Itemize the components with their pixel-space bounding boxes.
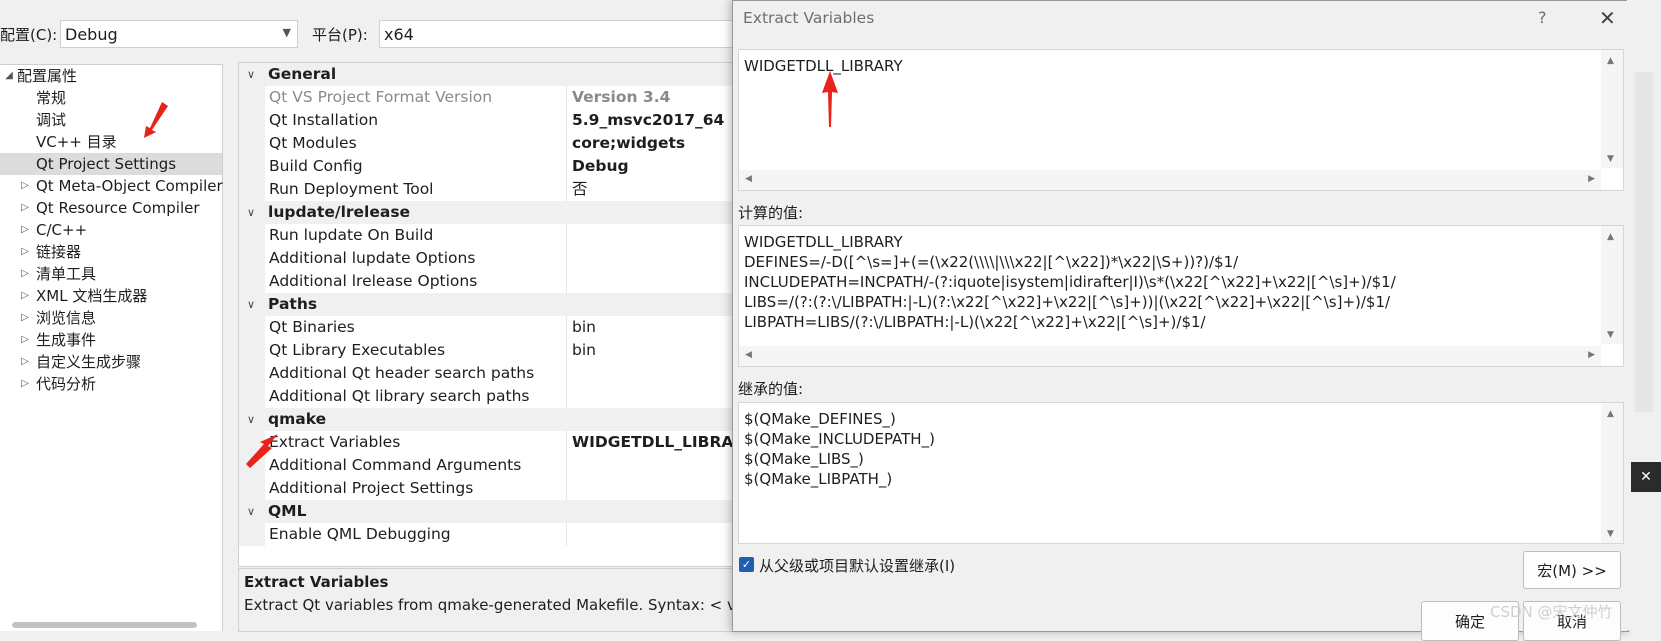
property-row[interactable]: Additional Qt header search paths	[239, 362, 739, 385]
property-row-extract-variables[interactable]: Extract Variables WIDGETDLL_LIBRARY	[239, 431, 756, 454]
tree-item-general[interactable]: 常规	[0, 87, 222, 109]
computed-values-text: WIDGETDLL_LIBRARY DEFINES=/-D([^\s=]+(=(…	[744, 233, 1396, 331]
inherited-values-text: $(QMake_DEFINES_) $(QMake_INCLUDEPATH_) …	[744, 410, 935, 488]
tree-item-manifest[interactable]: ▷ 清单工具	[0, 263, 222, 285]
expand-icon[interactable]: ▷	[18, 307, 32, 329]
description-text: Extract Qt variables from qmake-generate…	[244, 596, 734, 614]
category-paths[interactable]: ∨ Paths	[239, 293, 739, 316]
platform-select[interactable]: x64	[379, 20, 734, 48]
property-row[interactable]: Enable QML Debugging	[239, 523, 739, 546]
horizontal-scrollbar[interactable]: ◀ ▶	[739, 170, 1601, 190]
tree-item-debugging[interactable]: 调试	[0, 109, 222, 131]
tree-item-qt-moc[interactable]: ▷ Qt Meta-Object Compiler	[0, 175, 223, 197]
property-row[interactable]: Additional lrelease Options	[239, 270, 739, 293]
tree-item-build-events[interactable]: ▷ 生成事件	[0, 329, 222, 351]
extract-variables-dialog: Extract Variables ? ✕ WIDGETDLL_LIBRARY …	[732, 0, 1629, 641]
property-row[interactable]: Build Config Debug	[239, 155, 739, 178]
config-value: Debug	[65, 24, 118, 44]
collapse-icon[interactable]: ∨	[247, 201, 255, 224]
tree-item-cpp[interactable]: ▷ C/C++	[0, 219, 222, 241]
tree-item-vc-directories[interactable]: VC++ 目录	[0, 131, 222, 153]
config-select[interactable]: Debug ▼	[60, 20, 298, 48]
config-label: 配置(C):	[0, 26, 58, 44]
category-qmake[interactable]: ∨ qmake	[239, 408, 739, 431]
expand-icon[interactable]: ▷	[18, 263, 32, 285]
property-row[interactable]: Additional Qt library search paths	[239, 385, 739, 408]
property-row[interactable]: Qt Binaries bin	[239, 316, 739, 339]
tree-root[interactable]: ◢ 配置属性	[0, 65, 222, 87]
property-row[interactable]: Additional lupdate Options	[239, 247, 739, 270]
property-row[interactable]: Qt Library Executables bin	[239, 339, 739, 362]
property-row[interactable]: Qt VS Project Format Version Version 3.4	[239, 86, 739, 109]
background-window-edge: ✕	[1627, 0, 1661, 630]
expand-icon[interactable]: ▷	[18, 197, 32, 219]
horizontal-scrollbar[interactable]: ◀ ▶	[739, 346, 1601, 366]
annotation-arrow-icon	[144, 102, 168, 138]
tree-item-custom-build[interactable]: ▷ 自定义生成步骤	[0, 351, 222, 373]
property-row[interactable]: Qt Installation 5.9_msvc2017_64	[239, 109, 739, 132]
inherit-checkbox[interactable]: ✓	[739, 557, 754, 572]
expand-icon[interactable]: ◢	[2, 65, 16, 87]
property-row[interactable]: Run Deployment Tool 否	[239, 178, 739, 201]
collapse-icon[interactable]: ∨	[247, 408, 255, 431]
tree-item-browse-info[interactable]: ▷ 浏览信息	[0, 307, 222, 329]
tree-item-xml-doc[interactable]: ▷ XML 文档生成器	[0, 285, 222, 307]
computed-values-box: WIDGETDLL_LIBRARY DEFINES=/-D([^\s=]+(=(…	[738, 225, 1624, 367]
vertical-scrollbar[interactable]: ▲ ▼	[1601, 226, 1623, 344]
platform-value: x64	[384, 24, 414, 44]
tree-horizontal-scrollbar[interactable]	[12, 622, 197, 628]
category-general[interactable]: ∨ General	[239, 63, 739, 86]
variables-input[interactable]: WIDGETDLL_LIBRARY ▲ ▼ ◀ ▶	[738, 49, 1624, 191]
collapse-icon[interactable]: ∨	[247, 500, 255, 523]
expand-icon[interactable]: ▷	[18, 373, 32, 395]
computed-values-label: 计算的值:	[738, 204, 804, 222]
close-icon[interactable]: ✕	[1599, 6, 1616, 30]
category-qml[interactable]: ∨ QML	[239, 500, 739, 523]
tree-item-code-analysis[interactable]: ▷ 代码分析	[0, 373, 222, 395]
annotation-arrow-icon	[246, 434, 278, 468]
platform-label: 平台(P):	[312, 26, 368, 44]
tree-item-linker[interactable]: ▷ 链接器	[0, 241, 222, 263]
inherited-values-label: 继承的值:	[738, 380, 804, 398]
description-panel: Extract Variables Extract Qt variables f…	[238, 568, 740, 632]
property-row[interactable]: Qt Modules core;widgets	[239, 132, 739, 155]
expand-icon[interactable]: ▷	[18, 329, 32, 351]
category-lupdate[interactable]: ∨ lupdate/lrelease	[239, 201, 739, 224]
dialog-title: Extract Variables	[743, 9, 875, 27]
chevron-down-icon: ▼	[282, 26, 291, 39]
property-row[interactable]: Run lupdate On Build	[239, 224, 739, 247]
help-button[interactable]: ?	[1538, 8, 1547, 27]
inherited-values-box: $(QMake_DEFINES_) $(QMake_INCLUDEPATH_) …	[738, 402, 1624, 544]
vertical-scrollbar[interactable]: ▲ ▼	[1601, 50, 1623, 168]
description-title: Extract Variables	[244, 573, 389, 591]
close-icon: ✕	[1631, 462, 1661, 492]
expand-icon[interactable]: ▷	[18, 351, 32, 373]
background-scrollbar	[1635, 72, 1653, 412]
property-grid: ∨ General Qt VS Project Format Version Ve…	[238, 62, 756, 567]
expand-icon[interactable]: ▷	[18, 175, 32, 197]
property-row[interactable]: Additional Project Settings	[239, 477, 739, 500]
macro-button[interactable]: 宏(M) >>	[1523, 551, 1621, 589]
property-tree: ◢ 配置属性 常规 调试 VC++ 目录 Qt Project Settings…	[0, 64, 223, 631]
expand-icon[interactable]: ▷	[18, 219, 32, 241]
collapse-icon[interactable]: ∨	[247, 293, 255, 316]
tree-item-qt-rcc[interactable]: ▷ Qt Resource Compiler	[0, 197, 222, 219]
vertical-scrollbar[interactable]: ▲ ▼	[1601, 403, 1623, 543]
expand-icon[interactable]: ▷	[18, 285, 32, 307]
expand-icon[interactable]: ▷	[18, 241, 32, 263]
tree-item-qt-project-settings[interactable]: Qt Project Settings	[0, 153, 222, 175]
collapse-icon[interactable]: ∨	[247, 63, 255, 86]
annotation-arrow-icon	[822, 71, 838, 127]
inherit-checkbox-label[interactable]: 从父级或项目默认设置继承(I)	[759, 555, 955, 576]
property-row[interactable]: Additional Command Arguments	[239, 454, 739, 477]
watermark: CSDN @宋文仲竹	[1490, 603, 1613, 621]
